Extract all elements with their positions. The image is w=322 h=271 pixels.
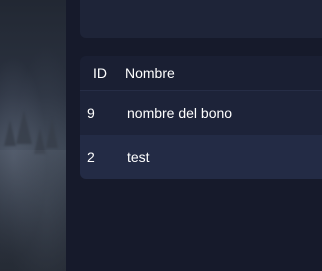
table-row[interactable]: 2 test <box>80 135 322 179</box>
cell-name: nombre del bono <box>127 105 233 121</box>
background-image <box>0 0 66 271</box>
bonus-table: ID Nombre 9 nombre del bono 2 test <box>80 56 322 179</box>
column-header-id[interactable]: ID <box>93 65 107 81</box>
cell-name: test <box>127 149 150 165</box>
background-mist <box>0 150 66 271</box>
cell-id: 9 <box>87 105 95 121</box>
table-row[interactable]: 9 nombre del bono <box>80 90 322 135</box>
column-header-name[interactable]: Nombre <box>125 65 175 81</box>
tree-silhouette <box>4 120 16 146</box>
cell-id: 2 <box>87 149 95 165</box>
main-panel: ID Nombre 9 nombre del bono 2 test <box>66 0 322 271</box>
tree-silhouette <box>46 118 58 148</box>
tree-silhouette <box>16 110 32 144</box>
table-header: ID Nombre <box>80 56 322 90</box>
top-card <box>80 0 322 38</box>
